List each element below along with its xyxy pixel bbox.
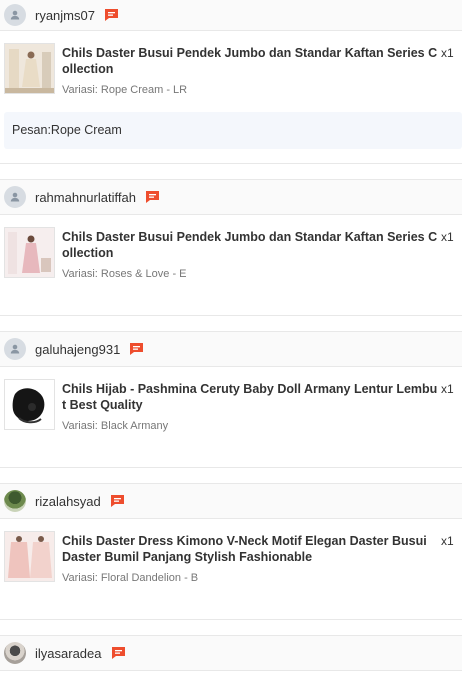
buyer-header: galuhajeng931 [0, 331, 462, 367]
buyer-username[interactable]: ryanjms07 [35, 8, 95, 23]
buyer-header: ilyasaradea [0, 635, 462, 671]
product-thumbnail [4, 531, 55, 582]
chat-icon[interactable] [104, 8, 119, 22]
product-variation: Variasi: Rope Cream - LR [62, 84, 188, 96]
product-quantity: x1 [441, 46, 454, 60]
divider [0, 163, 462, 164]
order-card: galuhajeng931 [0, 331, 462, 367]
product-quantity: x1 [441, 534, 454, 548]
buyer-username[interactable]: galuhajeng931 [35, 342, 120, 357]
user-icon [4, 4, 26, 26]
product-quantity: x1 [441, 230, 454, 244]
product-name[interactable]: Chils Daster Busui Pendek Jumbo dan Stan… [62, 229, 438, 261]
buyer-username[interactable]: ilyasaradea [35, 646, 102, 661]
divider [0, 619, 462, 620]
order-card: ryanjms07 [0, 0, 462, 31]
buyer-note: Pesan:Rope Cream [4, 112, 462, 149]
product-variation: Variasi: Roses & Love - E [62, 268, 187, 280]
buyer-header: rahmahnurlatiffah [0, 179, 462, 215]
chat-icon[interactable] [111, 646, 126, 660]
buyer-header: ryanjms07 [0, 0, 462, 31]
buyer-username[interactable]: rahmahnurlatiffah [35, 190, 136, 205]
user-icon [4, 186, 26, 208]
chat-icon[interactable] [110, 494, 125, 508]
product-variation: Variasi: Floral Dandelion - B [62, 572, 199, 584]
avatar [4, 490, 26, 512]
user-icon [4, 338, 26, 360]
chat-icon[interactable] [129, 342, 144, 356]
order-card: rizalahsyad [0, 483, 462, 519]
divider [0, 467, 462, 468]
product-variation: Variasi: Black Armany [62, 420, 169, 432]
product-name[interactable]: Chils Hijab - Pashmina Ceruty Baby Doll … [62, 381, 438, 413]
product-thumbnail [4, 379, 55, 430]
avatar [4, 642, 26, 664]
divider [0, 315, 462, 316]
buyer-username[interactable]: rizalahsyad [35, 494, 101, 509]
product-thumbnail [4, 43, 55, 94]
order-card: rahmahnurlatiffah [0, 179, 462, 215]
product-name[interactable]: Chils Daster Busui Pendek Jumbo dan Stan… [62, 45, 438, 77]
product-thumbnail [4, 227, 55, 278]
chat-icon[interactable] [145, 190, 160, 204]
product-quantity: x1 [441, 382, 454, 396]
buyer-header: rizalahsyad [0, 483, 462, 519]
product-name[interactable]: Chils Daster Dress Kimono V-Neck Motif E… [62, 533, 438, 565]
order-card: ilyasaradea [0, 635, 462, 671]
